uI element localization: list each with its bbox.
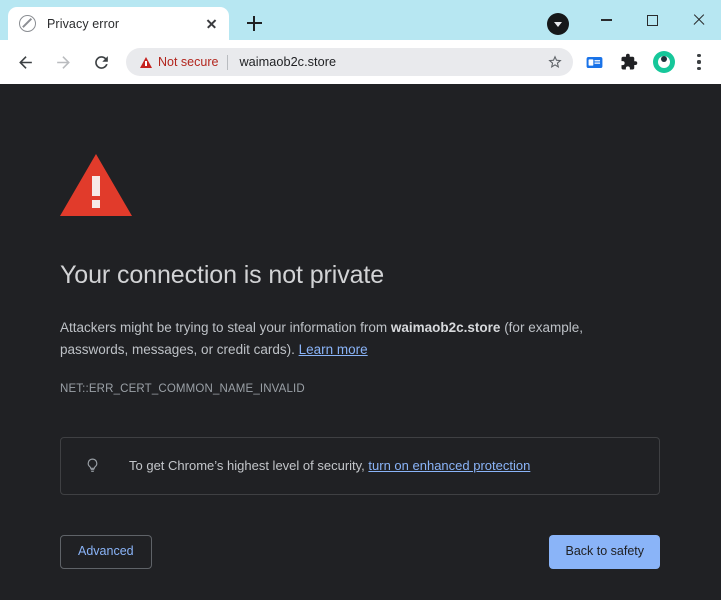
browser-window: Privacy error — [0, 0, 721, 600]
error-description-prefix: Attackers might be trying to steal your … — [60, 320, 391, 335]
warning-triangle-icon — [140, 57, 152, 68]
button-row: Advanced Back to safety — [60, 535, 660, 569]
menu-dot — [697, 67, 700, 70]
lightbulb-icon — [83, 456, 101, 475]
payment-card-icon[interactable] — [580, 48, 608, 76]
arrow-right-icon — [54, 53, 73, 72]
back-to-safety-button[interactable]: Back to safety — [549, 535, 660, 569]
bookmark-star-icon[interactable] — [543, 50, 567, 74]
page-viewport: Your connection is not private Attackers… — [0, 84, 721, 600]
enhanced-protection-prefix: To get Chrome’s highest level of securit… — [129, 458, 368, 473]
learn-more-link[interactable]: Learn more — [299, 342, 368, 357]
maximize-icon — [647, 15, 658, 26]
close-icon — [692, 14, 705, 27]
back-button[interactable] — [10, 47, 40, 77]
lightbulb-glyph — [84, 456, 101, 475]
menu-dot — [697, 60, 700, 63]
tab-search-button[interactable] — [547, 13, 569, 35]
security-status-label: Not secure — [158, 55, 218, 69]
turn-on-enhanced-protection-link[interactable]: turn on enhanced protection — [368, 458, 530, 473]
url-text: waimaob2c.store — [239, 55, 543, 69]
reload-icon — [92, 53, 111, 72]
maximize-button[interactable] — [629, 0, 675, 40]
page-title: Your connection is not private — [60, 260, 661, 291]
reload-button[interactable] — [86, 47, 116, 77]
exclamation-dot — [92, 200, 100, 208]
extensions-puzzle-icon[interactable] — [615, 48, 643, 76]
chevron-down-icon — [554, 22, 562, 27]
star-outline-icon — [547, 54, 563, 70]
menu-dots-icon[interactable] — [685, 48, 713, 76]
error-domain: waimaob2c.store — [391, 320, 501, 335]
puzzle-piece-icon — [620, 53, 638, 71]
blocked-circle-icon — [19, 15, 36, 32]
menu-dot — [697, 54, 700, 57]
enhanced-protection-text: To get Chrome’s highest level of securit… — [129, 456, 530, 476]
browser-tab[interactable]: Privacy error — [8, 7, 229, 40]
new-tab-button[interactable] — [240, 9, 268, 37]
window-controls — [583, 0, 721, 40]
forward-button[interactable] — [48, 47, 78, 77]
tab-title: Privacy error — [47, 17, 201, 31]
security-status-chip[interactable]: Not secure — [140, 55, 218, 69]
profile-avatar-icon[interactable] — [650, 48, 678, 76]
warning-triangle-icon — [60, 154, 132, 216]
close-window-button[interactable] — [675, 0, 721, 40]
credit-card-icon — [585, 53, 604, 72]
tab-strip: Privacy error — [0, 0, 721, 40]
ssl-interstitial: Your connection is not private Attackers… — [0, 84, 661, 569]
avatar — [653, 51, 675, 73]
omnibox-divider — [227, 55, 228, 70]
enhanced-protection-promo: To get Chrome’s highest level of securit… — [60, 437, 660, 495]
avatar-pupil — [661, 56, 667, 62]
address-bar[interactable]: Not secure waimaob2c.store — [126, 48, 573, 76]
close-tab-icon[interactable] — [201, 14, 221, 34]
minimize-button[interactable] — [583, 0, 629, 40]
error-description: Attackers might be trying to steal your … — [60, 317, 652, 361]
error-code: NET::ERR_CERT_COMMON_NAME_INVALID — [60, 383, 661, 395]
minimize-icon — [601, 19, 612, 20]
browser-toolbar: Not secure waimaob2c.store — [0, 40, 721, 84]
arrow-left-icon — [16, 53, 35, 72]
advanced-button[interactable]: Advanced — [60, 535, 152, 569]
